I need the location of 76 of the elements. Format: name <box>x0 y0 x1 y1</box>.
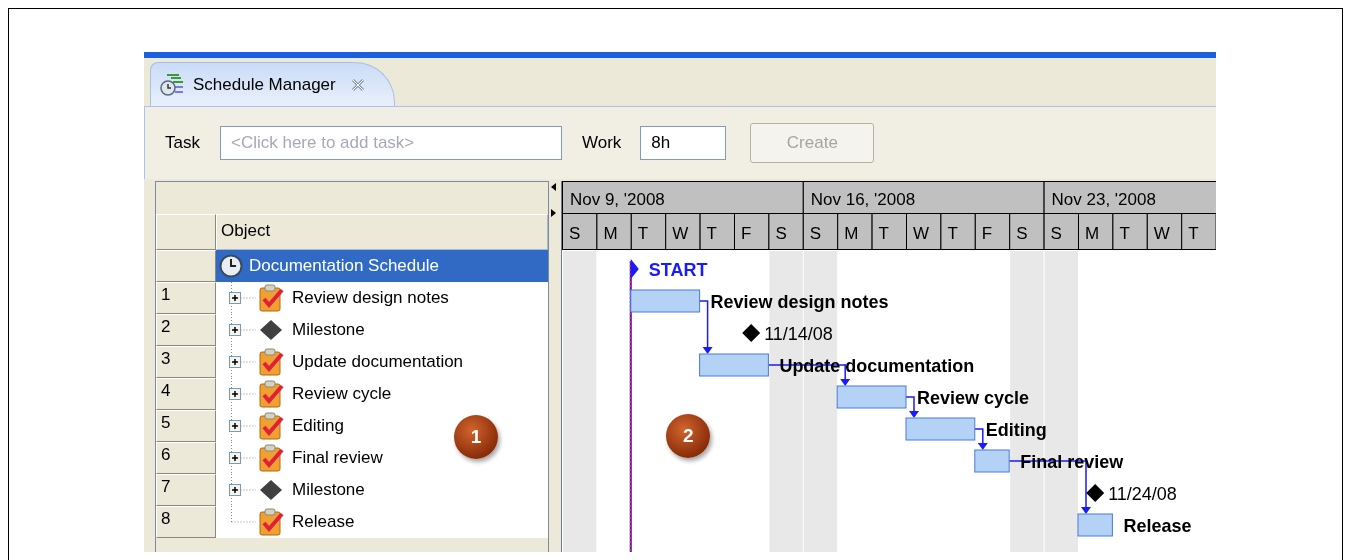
week-header: Nov 16, '2008 <box>803 181 1045 214</box>
day-header: S <box>803 213 839 250</box>
row-number: 5 <box>156 410 216 442</box>
week-header: Nov 9, '2008 <box>562 181 805 214</box>
splitter-arrows-icon <box>551 183 558 217</box>
day-header: M <box>837 213 873 250</box>
expand-icon[interactable] <box>229 484 241 496</box>
expand-icon[interactable] <box>229 356 241 368</box>
day-header: T <box>1181 213 1216 250</box>
column-header[interactable]: Object <box>216 214 549 250</box>
day-header: T <box>1112 213 1149 250</box>
start-label: START <box>649 260 708 280</box>
task-label: Release <box>1123 516 1192 536</box>
diamond-icon <box>258 478 284 502</box>
start-marker-icon <box>631 259 640 279</box>
day-header: S <box>1009 213 1045 250</box>
row-number: 2 <box>156 314 216 346</box>
clipboard-check-icon <box>258 508 284 536</box>
expand-icon[interactable] <box>229 292 241 304</box>
editor-tab[interactable]: Schedule Manager <box>150 62 395 106</box>
row-number: 1 <box>156 282 216 314</box>
work-input-field[interactable]: 8h <box>640 126 727 160</box>
day-header: M <box>1078 213 1114 250</box>
day-header: M <box>596 213 633 250</box>
expand-icon[interactable] <box>229 420 241 432</box>
day-header: S <box>1044 213 1080 250</box>
tree-item-label[interactable]: Review cycle <box>292 384 392 404</box>
task-label: Review cycle <box>917 388 1030 408</box>
expand-icon[interactable] <box>229 324 241 336</box>
tree-item-label[interactable]: Milestone <box>292 480 365 500</box>
milestone-date: 11/24/08 <box>1108 484 1178 504</box>
day-header: W <box>1147 213 1183 250</box>
expand-icon[interactable] <box>229 388 241 400</box>
day-header: W <box>906 213 942 250</box>
task-label: Task <box>165 133 200 153</box>
clipboard-check-icon <box>258 444 284 472</box>
row-number: 4 <box>156 378 216 410</box>
day-header: F <box>975 213 1011 250</box>
tree-item-label[interactable]: Release <box>292 512 355 532</box>
clipboard-check-icon <box>258 284 284 312</box>
milestone-diamond[interactable] <box>1086 484 1105 502</box>
clock-icon <box>219 254 243 278</box>
day-header: T <box>631 213 667 250</box>
day-header: T <box>700 213 736 250</box>
row-number: 8 <box>156 506 216 538</box>
dependency-arrow <box>699 300 713 354</box>
day-header: T <box>872 213 908 250</box>
clipboard-check-icon <box>258 348 284 376</box>
expand-icon[interactable] <box>229 452 241 464</box>
day-header: S <box>562 213 598 250</box>
clipboard-check-icon <box>258 380 284 408</box>
tree-root-item[interactable]: Documentation Schedule <box>216 250 549 282</box>
task-bar[interactable] <box>1077 513 1114 537</box>
diamond-icon <box>258 318 284 342</box>
task-label: Review design notes <box>711 292 889 312</box>
tree-item-label[interactable]: Final review <box>292 448 383 468</box>
day-header: S <box>768 213 805 250</box>
schedule-clock-icon <box>159 71 185 98</box>
task-label: Editing <box>986 420 1048 440</box>
task-input-field[interactable]: <Click here to add task> <box>219 126 562 160</box>
tree-item-label[interactable]: Editing <box>292 416 344 436</box>
close-icon[interactable] <box>349 76 366 93</box>
dependency-arrow <box>905 396 920 418</box>
work-label: Work <box>581 133 622 153</box>
row-number: 6 <box>156 442 216 474</box>
milestone-diamond[interactable] <box>742 324 761 342</box>
tree-item-label[interactable]: Milestone <box>292 320 365 340</box>
day-header: W <box>665 213 701 250</box>
dependency-arrow <box>974 428 989 450</box>
row-number: 3 <box>156 346 216 378</box>
row-number: 7 <box>156 474 216 506</box>
clipboard-check-icon <box>258 412 284 440</box>
milestone-date: 11/14/08 <box>764 324 834 344</box>
day-header: T <box>940 213 977 250</box>
callout-badge: 2 <box>666 414 711 458</box>
day-header: F <box>734 213 770 250</box>
